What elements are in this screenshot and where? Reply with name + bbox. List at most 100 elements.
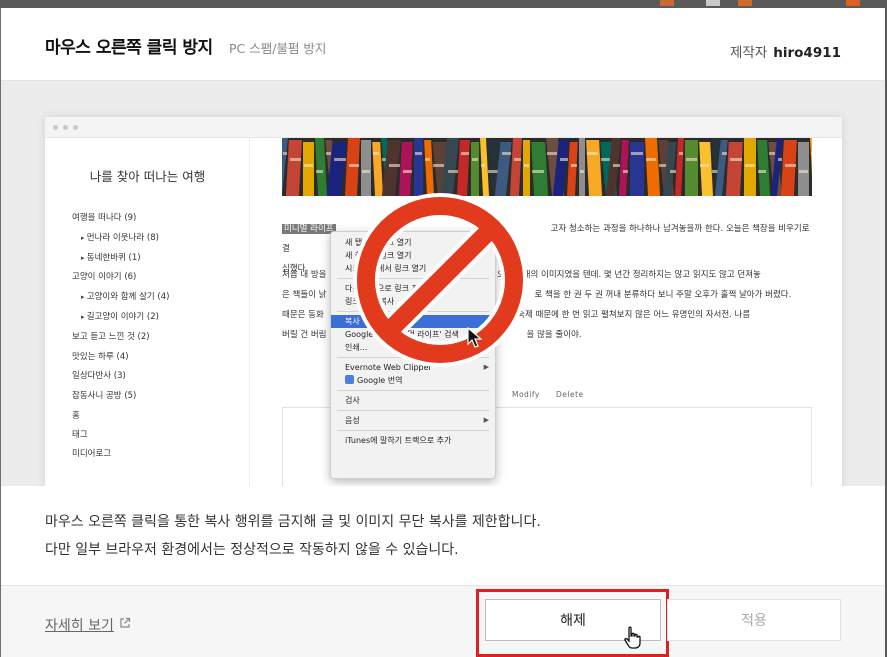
- book-label: [547, 152, 557, 155]
- book-label: [778, 158, 782, 161]
- nav-link-medialog: 미디어로그: [72, 449, 112, 459]
- book-label: [722, 152, 727, 155]
- nav-link-tags: 태그: [72, 430, 88, 440]
- book-spine: [685, 140, 698, 196]
- arrow-cursor-icon: [467, 327, 483, 348]
- menu-separator: [337, 390, 489, 391]
- external-link-icon[interactable]: [119, 617, 131, 629]
- book-spine: [630, 142, 644, 196]
- plugin-title: 마우스 오른쪽 클릭 방지: [45, 38, 213, 58]
- category-item: 맛있는 하루 (4): [72, 351, 129, 362]
- apply-button[interactable]: 적용: [667, 599, 841, 641]
- browser-titlebar: [45, 117, 842, 138]
- book-label: [686, 158, 697, 161]
- plugin-dialog: 마우스 오른쪽 클릭 방지 PC 스팸/불펌 방지 제작자 hiro4911 나를…: [1, 8, 885, 657]
- tab-chip: [846, 0, 860, 6]
- book-label: [481, 164, 485, 167]
- category-item: 고양이 이야기 (6): [72, 272, 137, 283]
- book-label: [580, 170, 584, 173]
- book-label: [571, 164, 577, 167]
- tab-chip: [738, 0, 752, 6]
- window-dot-icon: [63, 125, 68, 130]
- book-label: [623, 170, 628, 173]
- book-label: [334, 158, 346, 161]
- book-label: [758, 170, 766, 173]
- book-label: [415, 152, 422, 155]
- book-label: [403, 170, 412, 173]
- book-spine: [414, 138, 423, 196]
- prohibited-icon: [353, 193, 527, 367]
- details-link[interactable]: 자세히 보기: [45, 615, 114, 635]
- book-label: [502, 152, 511, 155]
- book-label: [785, 164, 796, 167]
- book-label: [461, 152, 469, 155]
- context-menu-item: 음성 ▶: [345, 416, 489, 425]
- book-label: [532, 170, 544, 173]
- bookshelf-banner-image: [282, 138, 812, 196]
- book-label: [488, 170, 499, 173]
- book-label: [433, 164, 445, 167]
- book-label: [560, 158, 568, 161]
- book-label: [769, 152, 775, 155]
- book-label: [601, 158, 610, 161]
- delete-link: Delete: [556, 390, 584, 399]
- author-info: 제작자 hiro4911: [730, 41, 841, 61]
- book-label: [514, 158, 521, 161]
- window-dot-icon: [73, 125, 78, 130]
- hand-pointer-cursor-icon: [624, 626, 641, 649]
- bookshelf-image: [282, 138, 812, 196]
- dialog-header: 마우스 오른쪽 클릭 방지 PC 스팸/불펌 방지 제작자 hiro4911: [1, 8, 885, 81]
- category-item: 일상다반사 (3): [72, 371, 126, 382]
- plugin-description: 마우스 오른쪽 클릭을 통한 복사 행위를 금지해 글 및 이미지 무단 복사를…: [45, 508, 541, 564]
- selected-text: 미니멀 라이프: [282, 224, 336, 234]
- book-label: [472, 158, 478, 161]
- author-label: 제작자: [729, 45, 768, 61]
- category-item: 고양이와 함께 살기 (4): [81, 290, 170, 302]
- context-menu-item: 검사: [345, 396, 360, 405]
- dialog-footer: 자세히 보기 해제 적용: [1, 585, 885, 657]
- book-label: [373, 152, 379, 155]
- tab-chip: [706, 0, 720, 6]
- book-label: [799, 170, 808, 173]
- book-label: [730, 158, 742, 161]
- category-item: 잡동사니 공방 (5): [72, 391, 137, 402]
- book-spine: [579, 138, 585, 196]
- book-label: [700, 164, 709, 167]
- blog-sidebar: 나를 찾아 떠나는 여행 여행을 떠나다 (9) 먼나라 이웃나라 (8) 동네한바…: [45, 138, 250, 486]
- book-label: [389, 164, 400, 167]
- book-label: [631, 152, 643, 155]
- book-label: [326, 152, 331, 155]
- book-label: [745, 164, 755, 167]
- book-label: [670, 170, 676, 173]
- category-item: 보고 듣고 느낀 것 (2): [72, 331, 150, 342]
- blog-title: 나를 찾아 떠나는 여행: [89, 169, 206, 184]
- author-name: hiro4911: [773, 45, 841, 61]
- preview-area: 나를 찾아 떠나는 여행 여행을 떠나다 (9) 먼나라 이웃나라 (8) 동네한바…: [1, 81, 885, 486]
- book-spine: [361, 140, 371, 196]
- nav-link-home: 홈: [72, 411, 80, 421]
- book-label: [659, 164, 667, 167]
- window-dot-icon: [53, 125, 58, 130]
- book-label: [349, 164, 359, 167]
- plugin-subtitle: PC 스팸/불펌 방지: [229, 41, 327, 56]
- google-translate-icon: [345, 375, 354, 384]
- book-label: [524, 164, 529, 167]
- context-menu-item: iTunes에 말하기 트랙으로 추가: [345, 436, 452, 445]
- category-item: 여행을 떠나다 (9): [72, 213, 137, 223]
- book-label: [382, 158, 386, 161]
- book-label: [316, 170, 323, 173]
- description-line-1: 마우스 오른쪽 클릭을 통한 복사 행위를 금지해 글 및 이미지 무단 복사를…: [45, 514, 541, 530]
- book-spine: [523, 140, 530, 196]
- book-spine: [471, 142, 479, 196]
- book-label: [587, 152, 598, 155]
- book-spine: [303, 142, 314, 196]
- book-spine: [798, 142, 809, 196]
- book-label: [290, 158, 301, 161]
- tab-chip: [660, 0, 674, 6]
- preview-browser-window: 나를 찾아 떠나는 여행 여행을 떠나다 (9) 먼나라 이웃나라 (8) 동네한바…: [45, 117, 842, 486]
- book-label: [362, 170, 370, 173]
- book-label: [679, 152, 683, 155]
- book-label: [283, 152, 287, 155]
- menu-separator: [337, 410, 489, 411]
- book-label: [448, 170, 458, 173]
